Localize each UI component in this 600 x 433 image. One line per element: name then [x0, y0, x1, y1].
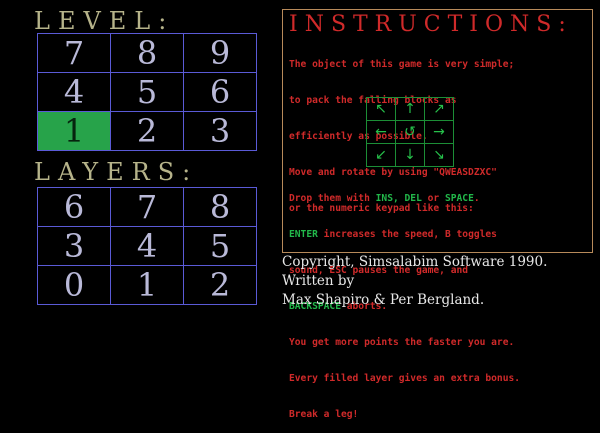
copyright-text: Copyright, Simsalabim Software 1990.: [282, 254, 548, 270]
level-option[interactable]: 2: [110, 111, 184, 151]
level-option[interactable]: 5: [110, 72, 184, 112]
level-option[interactable]: 3: [183, 111, 257, 151]
arrow-up-right-icon: ↗: [424, 97, 454, 121]
arrow-up-left-icon: ↖: [366, 97, 396, 121]
level-option[interactable]: 4: [37, 72, 111, 112]
leg-line: Break a leg!: [289, 409, 359, 420]
instructions-title: INSTRUCTIONS:: [289, 12, 573, 37]
arrow-down-left-icon: ↙: [366, 143, 396, 167]
written-by-text: Written by: [282, 273, 355, 289]
layers-option[interactable]: 6: [37, 187, 111, 227]
enter-line: ENTER increases the speed, B toggles: [289, 229, 497, 240]
keypad-diagram: ↖ ↑ ↗ ← ↺ → ↙ ↓ ↘: [366, 97, 454, 167]
points-line: You get more points the faster you are.: [289, 337, 515, 348]
layers-option[interactable]: 1: [110, 265, 184, 305]
level-option[interactable]: 9: [183, 33, 257, 73]
arrow-up-icon: ↑: [395, 97, 425, 121]
layers-option[interactable]: 3: [37, 226, 111, 266]
arrow-left-icon: ←: [366, 120, 396, 144]
layers-grid: 6 7 8 3 4 5 0 1 2: [37, 187, 257, 305]
enter-key: ENTER: [289, 229, 318, 240]
arrow-down-icon: ↓: [395, 143, 425, 167]
layers-option[interactable]: 7: [110, 187, 184, 227]
level-option[interactable]: 7: [37, 33, 111, 73]
layers-heading: LAYERS:: [34, 158, 199, 186]
layers-option[interactable]: 4: [110, 226, 184, 266]
arrow-down-right-icon: ↘: [424, 143, 454, 167]
rotate-icon: ↺: [395, 120, 425, 144]
drop-line: Drop them with INS, DEL or SPACE.: [289, 193, 480, 204]
instruction-line: The object of this game is very simple;: [289, 59, 515, 70]
level-option-selected[interactable]: 1: [37, 111, 111, 151]
authors-text: Max Shapiro & Per Bergland.: [282, 292, 485, 308]
space-key: SPACE: [444, 193, 474, 204]
level-heading: LEVEL:: [34, 7, 175, 35]
bonus-line: Every filled layer gives an extra bonus.: [289, 373, 521, 384]
layers-option[interactable]: 0: [37, 265, 111, 305]
level-option[interactable]: 6: [183, 72, 257, 112]
arrow-right-icon: →: [424, 120, 454, 144]
level-grid: 7 8 9 4 5 6 1 2 3: [37, 33, 257, 151]
layers-option[interactable]: 5: [183, 226, 257, 266]
level-option[interactable]: 8: [110, 33, 184, 73]
drop-keys: INS, DEL: [375, 193, 422, 204]
layers-option[interactable]: 8: [183, 187, 257, 227]
layers-option[interactable]: 2: [183, 265, 257, 305]
